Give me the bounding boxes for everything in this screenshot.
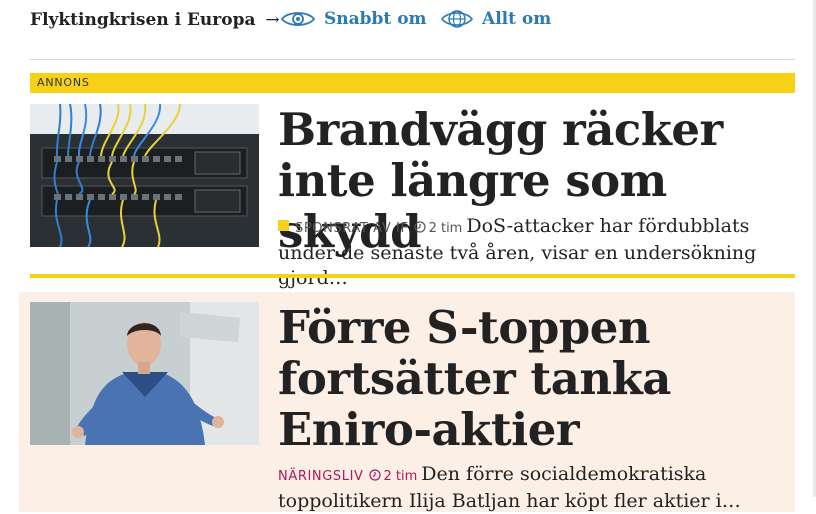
top-navigation: Flyktingkrisen i Europa → Snabbt om Allt… [30, 0, 795, 40]
ad-image-network-switch[interactable] [30, 104, 259, 247]
ad-bottom-rule [30, 274, 795, 278]
featured-meta: NÄRINGSLIV 2 tim Den förre socialdemokrati… [278, 462, 798, 514]
all-about-button[interactable]: Allt om [440, 4, 551, 34]
featured-headline[interactable]: Förre S-toppen fortsätter tanka Eniro-ak… [278, 302, 798, 455]
topic-link[interactable]: Flyktingkrisen i Europa → [30, 10, 280, 30]
sponsor-square-icon [278, 220, 289, 231]
ad-meta: SPONSRAT AV IF 2 tim DoS-attacker har förd… [278, 214, 798, 291]
section-label[interactable]: NÄRINGSLIV [278, 469, 364, 484]
quick-about-label: Snabbt om [324, 9, 427, 29]
featured-time: 2 tim [383, 469, 418, 484]
eye-icon [280, 12, 316, 26]
globe-icon [440, 10, 474, 28]
ad-time: 2 tim [428, 221, 463, 236]
quick-about-button[interactable]: Snabbt om [280, 4, 427, 34]
all-about-label: Allt om [482, 9, 552, 29]
arrow-right-icon: → [265, 10, 280, 30]
ad-label: ANNONS [30, 73, 795, 93]
divider [30, 59, 795, 60]
topic-label: Flyktingkrisen i Europa [30, 10, 256, 30]
clock-icon [368, 469, 381, 481]
sponsor-label: SPONSRAT AV IF [295, 221, 409, 236]
featured-image-speaker[interactable] [30, 302, 259, 445]
clock-icon [413, 221, 426, 233]
